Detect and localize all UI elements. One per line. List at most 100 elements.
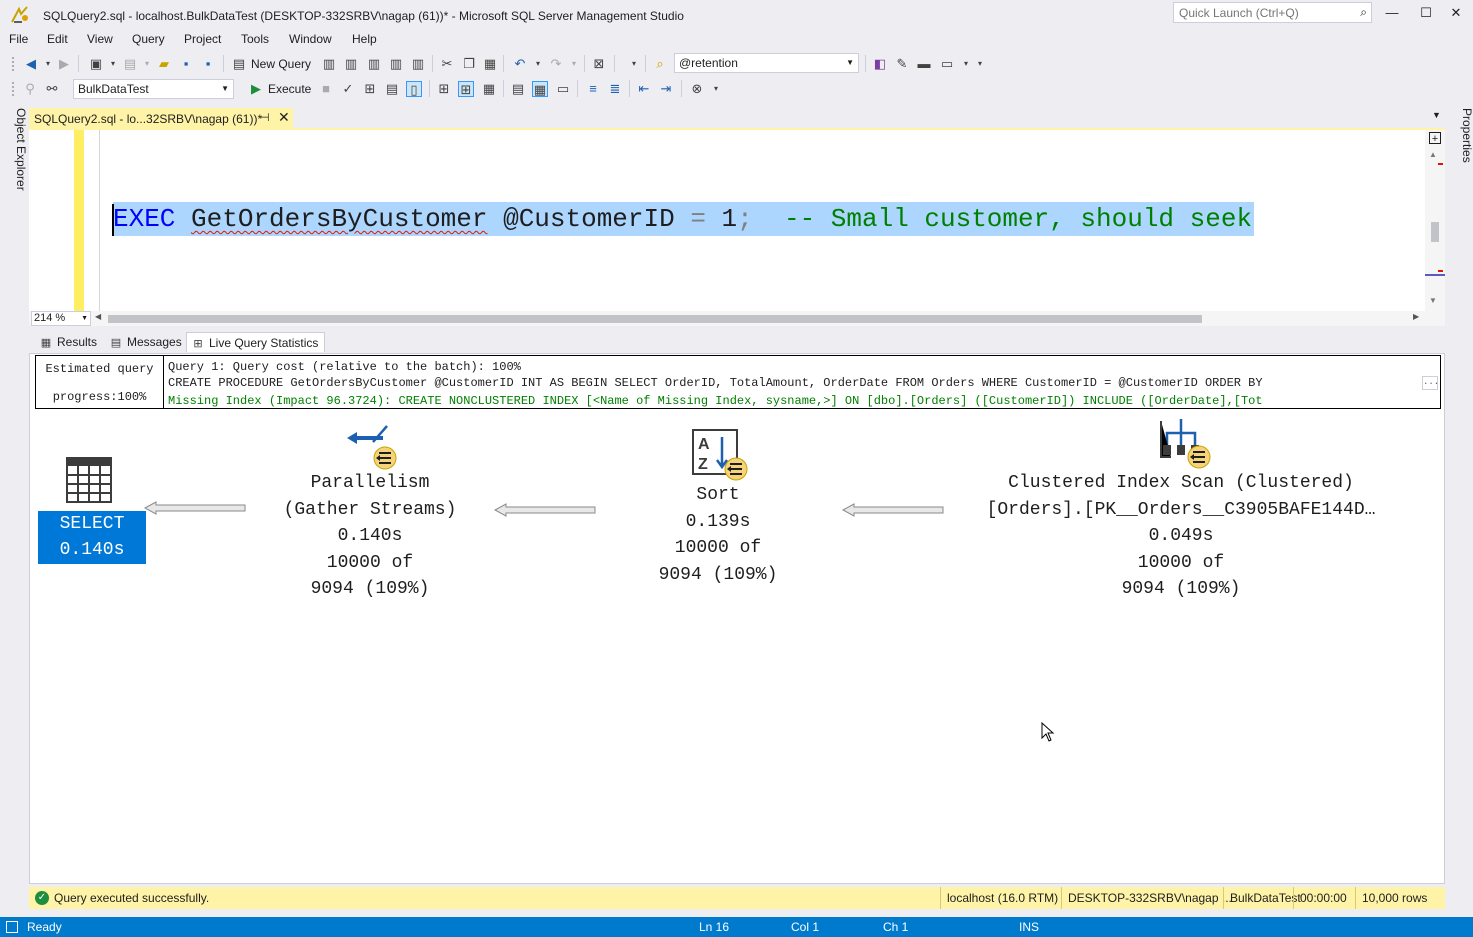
scroll-right-icon[interactable]: ▶ xyxy=(1413,312,1419,321)
close-tab-icon[interactable]: ✕ xyxy=(278,109,290,126)
tab-messages[interactable]: ▤ Messages xyxy=(105,332,188,352)
window-icon[interactable]: ▭ xyxy=(939,56,955,72)
uncomment-icon[interactable]: ≣ xyxy=(607,81,623,97)
cut-icon[interactable]: ✂ xyxy=(439,56,455,72)
find-in-files-icon[interactable]: ⌕ xyxy=(652,56,668,72)
open-file-icon[interactable]: ▰ xyxy=(156,56,172,72)
comment-out-icon[interactable]: ≡ xyxy=(585,81,601,97)
execute-button[interactable]: Execute xyxy=(268,82,311,96)
quick-launch[interactable]: ⌕ xyxy=(1173,2,1372,23)
scroll-down-icon[interactable]: ▼ xyxy=(1429,296,1437,305)
stop-icon[interactable]: ■ xyxy=(318,81,334,97)
clustered-index-scan-icon[interactable] xyxy=(1157,417,1213,471)
live-query-statistics-icon[interactable]: ⊞ xyxy=(458,81,474,97)
back-icon[interactable]: ◀ xyxy=(23,56,39,72)
menu-file[interactable]: File xyxy=(9,32,28,46)
database-engine-query-icon[interactable]: ▥ xyxy=(321,56,337,72)
undo-icon[interactable]: ↶ xyxy=(512,56,528,72)
query-editor[interactable]: EXEC GetOrdersByCustomer @CustomerID = 1… xyxy=(29,130,1445,311)
decrease-indent-icon[interactable]: ⇤ xyxy=(636,81,652,97)
display-estimated-plan-icon[interactable]: ⊞ xyxy=(362,81,378,97)
redo-icon[interactable]: ↷ xyxy=(548,56,564,72)
select-operator-icon[interactable] xyxy=(66,457,112,503)
results-to-file-icon[interactable]: ▭ xyxy=(555,81,571,97)
pin-icon[interactable]: ⊣ xyxy=(260,111,270,124)
missing-index-line[interactable]: Missing Index (Impact 96.3724): CREATE N… xyxy=(168,394,1263,408)
new-project-dropdown-icon[interactable]: ▾ xyxy=(105,56,121,72)
save-icon[interactable]: ▪ xyxy=(178,56,194,72)
sort-operator-icon[interactable]: A Z xyxy=(692,429,750,483)
change-connection-icon[interactable]: ⚯ xyxy=(44,81,60,97)
scroll-left-icon[interactable]: ◀ xyxy=(95,312,101,321)
execute-icon[interactable]: ▶ xyxy=(248,81,264,97)
save-all-icon[interactable]: ▪ xyxy=(200,56,216,72)
paste-icon[interactable]: ▦ xyxy=(482,56,498,72)
scroll-up-icon[interactable]: ▲ xyxy=(1429,150,1437,159)
find-combo[interactable]: @retention ▼ xyxy=(674,53,859,73)
dmx-query-icon[interactable]: ▥ xyxy=(366,56,382,72)
properties-wrench-icon[interactable]: ✎ xyxy=(894,56,910,72)
close-window-button[interactable]: ✕ xyxy=(1439,0,1473,26)
tab-results[interactable]: ▦ Results xyxy=(35,332,103,352)
menu-edit[interactable]: Edit xyxy=(47,32,68,46)
plan-arrow[interactable] xyxy=(144,501,246,515)
tab-overflow-icon[interactable]: ▼ xyxy=(1432,110,1441,120)
new-query-icon[interactable]: ▤ xyxy=(231,56,247,72)
back-dropdown-icon[interactable]: ▾ xyxy=(40,56,56,72)
clustered-index-scan-node[interactable]: Clustered Index Scan (Clustered) [Orders… xyxy=(946,470,1416,603)
parse-icon[interactable]: ✓ xyxy=(340,81,356,97)
code-line[interactable]: EXEC GetOrdersByCustomer @CustomerID = 1… xyxy=(113,202,1255,236)
menu-help[interactable]: Help xyxy=(352,32,377,46)
zoom-combo[interactable]: 214 % ▼ xyxy=(31,311,91,326)
activity-monitor-icon[interactable]: ⊠ xyxy=(591,56,607,72)
chevron-down-icon[interactable]: ▼ xyxy=(81,312,88,325)
quick-launch-input[interactable] xyxy=(1174,3,1344,22)
menu-query[interactable]: Query xyxy=(132,32,165,46)
plan-arrow[interactable] xyxy=(842,503,944,517)
execution-plan-pane[interactable]: Estimated query progress:100% Query 1: Q… xyxy=(29,353,1445,884)
split-editor-icon[interactable]: + xyxy=(1429,132,1441,145)
vs-icon[interactable]: ◧ xyxy=(872,56,888,72)
results-to-text-icon[interactable]: ▤ xyxy=(510,81,526,97)
more-text-button[interactable]: ... xyxy=(1422,376,1439,390)
include-actual-plan-icon[interactable]: ⊞ xyxy=(436,81,452,97)
document-tab[interactable]: SQLQuery2.sql - lo...32SRBV\nagap (61))*… xyxy=(29,108,293,129)
specify-template-values-icon[interactable]: ⊗ xyxy=(689,81,705,97)
client-statistics-icon[interactable]: ▦ xyxy=(481,81,497,97)
menu-project[interactable]: Project xyxy=(184,32,221,46)
scroll-thumb[interactable] xyxy=(1431,222,1439,242)
xmla-query-icon[interactable]: ▥ xyxy=(388,56,404,72)
parallelism-node[interactable]: Parallelism (Gather Streams) 0.140s 1000… xyxy=(250,470,490,603)
menu-view[interactable]: View xyxy=(87,32,113,46)
maximize-button[interactable]: ☐ xyxy=(1409,0,1443,26)
toolbar-overflow-icon[interactable]: ▾ xyxy=(972,56,988,72)
forward-icon[interactable]: ▶ xyxy=(56,56,72,72)
copy-icon[interactable]: ❐ xyxy=(461,56,477,72)
redo-dropdown-icon[interactable]: ▾ xyxy=(566,56,582,72)
results-to-grid-icon[interactable]: ▦ xyxy=(532,81,548,97)
menu-window[interactable]: Window xyxy=(289,32,332,46)
editor-vertical-scrollbar[interactable]: + ▲ ▼ xyxy=(1425,130,1445,311)
parallelism-operator-icon[interactable] xyxy=(343,422,397,470)
query-designer-icon[interactable]: ▤ xyxy=(384,81,400,97)
menu-tools[interactable]: Tools xyxy=(241,32,269,46)
new-project-icon[interactable]: ▣ xyxy=(88,56,104,72)
available-databases-combo[interactable]: BulkDataTest ▼ xyxy=(73,79,234,99)
select-operator-label[interactable]: SELECT 0.140s xyxy=(38,511,146,564)
increase-indent-icon[interactable]: ⇥ xyxy=(658,81,674,97)
toolbar-grip[interactable] xyxy=(11,81,15,96)
connect-icon[interactable]: ⚲ xyxy=(22,81,38,97)
intellisense-icon[interactable]: ▯ xyxy=(406,81,422,97)
sort-node[interactable]: Sort 0.139s 10000 of 9094 (109%) xyxy=(613,482,823,588)
minimize-button[interactable]: — xyxy=(1375,0,1409,26)
solution-config-dropdown-icon[interactable]: ▾ xyxy=(626,56,642,72)
mdx-query-icon[interactable]: ▥ xyxy=(343,56,359,72)
chevron-down-icon[interactable]: ▼ xyxy=(221,80,229,98)
add-item-dropdown-icon[interactable]: ▾ xyxy=(139,56,155,72)
output-window-icon[interactable] xyxy=(6,921,18,933)
new-query-button[interactable]: New Query xyxy=(251,57,311,71)
object-explorer-tab[interactable]: Object Explorer xyxy=(6,108,28,191)
toolbar-overflow-icon[interactable]: ▾ xyxy=(708,81,724,97)
undo-dropdown-icon[interactable]: ▾ xyxy=(530,56,546,72)
plan-arrow[interactable] xyxy=(494,503,596,517)
